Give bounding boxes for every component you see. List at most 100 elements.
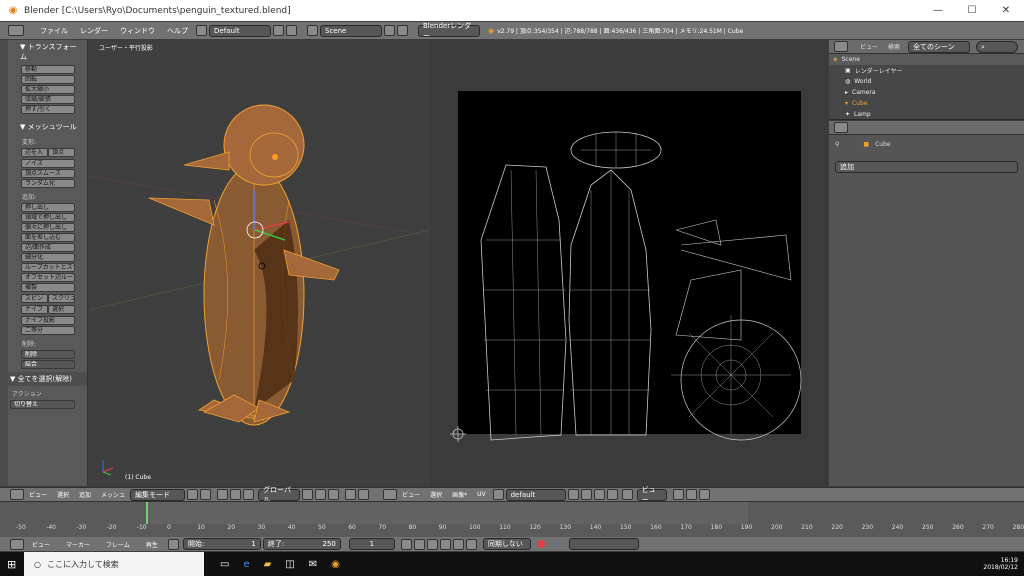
store-icon[interactable]: ◫ [285, 559, 294, 570]
orientation-select[interactable]: グローバル [258, 486, 301, 504]
vertex-select-icon[interactable] [302, 489, 314, 500]
minimize-button[interactable]: — [921, 0, 955, 21]
tool-bisect[interactable]: 二等分 [21, 326, 75, 335]
image-fake-user-icon[interactable] [567, 489, 579, 500]
3d-menu-add[interactable]: 追加 [74, 490, 96, 499]
rotate-icon[interactable] [243, 489, 255, 500]
action-dropdown[interactable]: 切り替え [10, 400, 75, 409]
image-open-icon[interactable] [593, 489, 605, 500]
tool-screw[interactable]: スクリュー [48, 294, 75, 303]
play-reverse-icon[interactable] [426, 538, 438, 550]
layout-add-icon[interactable] [273, 25, 284, 36]
render-icon[interactable] [358, 489, 370, 500]
manipulator-icon[interactable] [217, 489, 229, 500]
next-key-icon[interactable] [452, 538, 464, 550]
outliner-type-icon[interactable] [834, 41, 848, 52]
layout-select[interactable]: Default [209, 24, 271, 37]
render-engine-select[interactable]: Blenderレンダー [418, 22, 480, 40]
delete-dropdown[interactable]: 削除 [21, 350, 75, 359]
edge-select-icon[interactable] [315, 489, 327, 500]
uv-pivot-icon[interactable] [672, 489, 684, 500]
tool-extrude-region[interactable]: 領域で押し出し [21, 213, 75, 222]
menu-render[interactable]: レンダー [74, 26, 114, 36]
outliner-row-cube[interactable]: ▾ Cube [829, 98, 1024, 109]
mesh-tools-header[interactable]: ▼ メッシュツール [0, 120, 87, 134]
jump-end-icon[interactable] [465, 538, 477, 550]
tool-shrink[interactable]: 収縮/膨張 [21, 95, 75, 104]
outliner-search-input[interactable]: ⌕ [976, 40, 1019, 53]
timeline-menu-marker[interactable]: マーカー [58, 540, 98, 549]
snap-icon[interactable] [345, 489, 357, 500]
outliner-row-render-layers[interactable]: ▣ レンダーレイヤー [829, 65, 1024, 76]
end-frame-field[interactable]: 終了: 250 [262, 538, 341, 550]
menu-file[interactable]: ファイル [34, 26, 74, 36]
tool-loop-cut[interactable]: ループカットとスライド [21, 263, 75, 272]
tool-knife-project[interactable]: ナイフ投影 [21, 316, 75, 325]
select-all-header[interactable]: ▼ 全てを選択(解除) [0, 372, 87, 386]
blender-taskbar-icon[interactable]: ◉ [331, 559, 340, 570]
uv-sync-icon[interactable] [685, 489, 697, 500]
current-frame-field[interactable]: 1 [348, 538, 395, 550]
file-explorer-icon[interactable]: ▰ [264, 559, 272, 570]
maximize-button[interactable]: ☐ [955, 0, 989, 21]
uv-menu-select[interactable]: 選択 [425, 490, 447, 499]
scene-add-icon[interactable] [384, 25, 395, 36]
layout-icon[interactable] [196, 25, 207, 36]
tool-knife[interactable]: ナイフ [21, 305, 48, 314]
play-icon[interactable] [439, 538, 451, 550]
tool-noise[interactable]: ノイズ [21, 159, 75, 168]
close-button[interactable]: ✕ [989, 0, 1023, 21]
tool-tabs[interactable] [0, 40, 8, 486]
preview-range-icon[interactable] [167, 538, 179, 550]
transform-panel-header[interactable]: ▼ トランスフォーム [0, 40, 87, 64]
prev-key-icon[interactable] [413, 538, 425, 550]
outliner-search-menu[interactable]: 検索 [888, 42, 900, 51]
windows-start-icon[interactable]: ⊞ [7, 558, 16, 571]
properties-type-icon[interactable] [834, 122, 848, 133]
uv-layout[interactable] [431, 40, 828, 486]
mail-icon[interactable]: ✉ [309, 559, 317, 570]
uv-editor[interactable] [431, 40, 828, 486]
image-name-field[interactable]: default [505, 488, 566, 501]
outliner-row-world[interactable]: ◍ World [829, 76, 1024, 87]
edge-browser-icon[interactable]: e [243, 559, 249, 570]
timeline[interactable]: -50 -40 -30 -20 -10 0 10 20 30 40 50 60 70 80 90 100 110… [0, 501, 1024, 537]
3d-menu-mesh[interactable]: メッシュ [96, 490, 130, 499]
scene-icon[interactable] [307, 25, 318, 36]
tool-scale[interactable]: 拡大縮小 [21, 85, 75, 94]
merge-dropdown[interactable]: 結合 [21, 360, 75, 369]
editor-type-icon[interactable] [8, 25, 24, 36]
start-frame-field[interactable]: 開始: 1 [182, 538, 261, 550]
sync-select[interactable]: 同期しない [482, 538, 531, 550]
tool-extrude-individual[interactable]: 個々に押し出し [21, 223, 75, 232]
tool-knife-select[interactable]: 選択 [48, 305, 75, 314]
tool-inset-faces[interactable]: 面を差し込む [21, 233, 75, 242]
tool-vertex[interactable]: 頂点 [48, 148, 75, 157]
timeline-menu-playback[interactable]: 再生 [138, 540, 166, 549]
face-select-icon[interactable] [328, 489, 340, 500]
tool-rotate[interactable]: 回転 [21, 75, 75, 84]
3d-menu-select[interactable]: 選択 [52, 490, 74, 499]
scene-filter-select[interactable]: 全てのシーン [908, 40, 971, 53]
layout-close-icon[interactable] [286, 25, 297, 36]
add-modifier-dropdown[interactable]: 追加 [835, 161, 1018, 173]
tool-push-pull[interactable]: 押す/引く [21, 105, 75, 114]
scene-close-icon[interactable] [397, 25, 408, 36]
outliner-row-scene[interactable]: ◈ Scene [829, 54, 1024, 65]
outliner-view-menu[interactable]: ビュー [860, 42, 878, 51]
3d-menu-view[interactable]: ビュー [24, 490, 52, 499]
outliner-row-lamp[interactable]: ✦ Lamp [829, 109, 1024, 120]
shading-icon[interactable] [187, 489, 199, 500]
uv-snap-icon[interactable] [698, 489, 710, 500]
tool-extrude[interactable]: 押し出し [21, 203, 75, 212]
pivot-icon[interactable] [200, 489, 212, 500]
tool-offset-edge-loop[interactable]: オフセット辺ループ [21, 273, 75, 282]
uv-editor-type-icon[interactable] [383, 489, 398, 500]
timeline-type-icon[interactable] [10, 538, 24, 550]
tool-move[interactable]: 移動 [21, 65, 75, 74]
menu-help[interactable]: ヘルプ [161, 26, 194, 36]
record-icon[interactable] [536, 540, 545, 548]
uv-view-select[interactable]: ビュー [636, 486, 667, 504]
jump-start-icon[interactable] [400, 538, 412, 550]
timeline-menu-view[interactable]: ビュー [24, 540, 58, 549]
